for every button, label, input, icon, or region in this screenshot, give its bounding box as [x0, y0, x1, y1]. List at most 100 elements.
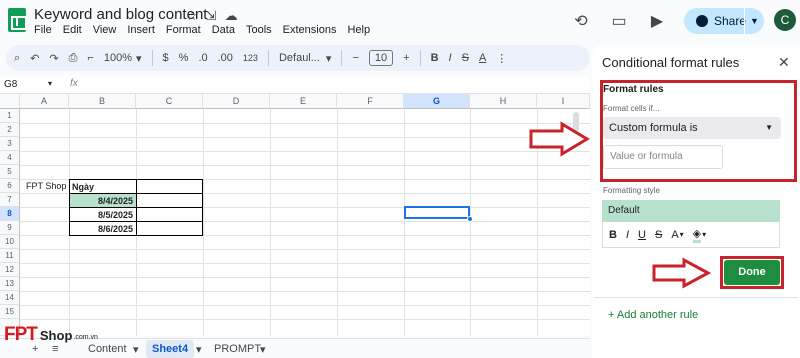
row-header[interactable]: 6 — [0, 179, 20, 193]
fill-color-icon[interactable]: ◈ — [692, 227, 702, 243]
star-icon[interactable]: ☆ — [186, 8, 198, 24]
menu-view[interactable]: View — [93, 24, 117, 36]
menu-tools[interactable]: Tools — [246, 24, 272, 36]
menu-format[interactable]: Format — [166, 24, 201, 36]
column-header[interactable]: C — [136, 94, 203, 109]
text-color-dropdown-icon[interactable]: ▾ — [680, 230, 684, 239]
column-header[interactable]: B — [69, 94, 136, 109]
spreadsheet-grid[interactable]: A B C D E F G H I 1 2 3 4 5 6 7 8 9 10 1… — [0, 94, 590, 336]
row-header[interactable]: 2 — [0, 123, 20, 137]
fill-handle[interactable] — [467, 216, 473, 222]
redo-icon[interactable]: ↷ — [49, 52, 58, 65]
column-header[interactable]: H — [470, 94, 537, 109]
text-color-button[interactable]: A — [479, 52, 486, 64]
zoom-select[interactable]: 100% — [104, 52, 132, 64]
style-preset-select[interactable]: Default — [602, 200, 780, 222]
cell-a6[interactable]: FPT Shop — [26, 179, 66, 193]
selected-cell-g8[interactable] — [404, 206, 470, 219]
avatar[interactable]: C — [774, 9, 796, 31]
cancel-button[interactable]: Cancel — [656, 263, 716, 283]
row-header[interactable]: 12 — [0, 263, 20, 277]
select-all-corner[interactable] — [0, 94, 20, 109]
row-header[interactable]: 4 — [0, 151, 20, 165]
cell-c7[interactable] — [136, 193, 203, 208]
value-or-formula-input[interactable]: Value or formula — [603, 145, 723, 169]
decrease-decimal-button[interactable]: .0 — [198, 52, 207, 64]
tab-prompt[interactable]: PROMPT — [214, 343, 261, 355]
history-icon[interactable]: ⟲ — [566, 11, 596, 31]
cell-b7[interactable]: 8/4/2025 — [69, 193, 137, 208]
menu-file[interactable]: File — [34, 24, 52, 36]
style-text-color-button[interactable]: A — [671, 229, 678, 241]
column-header[interactable]: D — [203, 94, 270, 109]
row-header[interactable]: 9 — [0, 221, 20, 235]
meet-icon[interactable]: ▶ — [642, 11, 672, 31]
move-icon[interactable]: ⇲ — [206, 8, 217, 24]
tab-sheet4[interactable]: Sheet4 — [146, 340, 195, 358]
currency-button[interactable]: $ — [163, 52, 169, 64]
close-icon[interactable]: ✕ — [778, 54, 790, 71]
cell-c6[interactable] — [136, 179, 203, 194]
zoom-dropdown-icon[interactable]: ▾ — [136, 52, 142, 65]
row-header[interactable]: 13 — [0, 277, 20, 291]
style-strikethrough-button[interactable]: S — [655, 229, 662, 241]
tab-content-dropdown-icon[interactable]: ▾ — [133, 343, 139, 356]
column-header[interactable]: F — [337, 94, 404, 109]
row-header[interactable]: 14 — [0, 291, 20, 305]
column-header[interactable]: I — [537, 94, 590, 109]
font-size-increase-icon[interactable]: + — [403, 52, 409, 64]
percent-button[interactable]: % — [179, 52, 189, 64]
bold-button[interactable]: B — [431, 52, 439, 64]
row-header[interactable]: 10 — [0, 235, 20, 249]
condition-select[interactable]: Custom formula is ▼ — [603, 117, 781, 139]
comments-icon[interactable]: ▭ — [604, 11, 634, 31]
cell-c9[interactable] — [136, 221, 203, 236]
column-header-selected[interactable]: G — [404, 94, 470, 109]
increase-decimal-button[interactable]: .00 — [218, 52, 233, 64]
vertical-scrollbar[interactable] — [573, 112, 579, 132]
column-header[interactable]: A — [20, 94, 69, 109]
row-header[interactable]: 15 — [0, 305, 20, 319]
add-another-rule-button[interactable]: + Add another rule — [608, 309, 698, 321]
style-underline-button[interactable]: U — [638, 229, 646, 241]
menu-help[interactable]: Help — [347, 24, 370, 36]
row-header[interactable]: 3 — [0, 137, 20, 151]
column-header[interactable]: E — [270, 94, 337, 109]
name-box-dropdown-icon[interactable]: ▾ — [48, 79, 52, 88]
sheets-logo-icon[interactable] — [8, 8, 27, 32]
name-box[interactable]: G8 — [4, 79, 17, 90]
share-dropdown-icon[interactable]: ▼ — [744, 8, 764, 34]
done-button[interactable]: Done — [724, 260, 780, 285]
menu-extensions[interactable]: Extensions — [283, 24, 337, 36]
tab-prompt-dropdown-icon[interactable]: ▾ — [260, 343, 266, 356]
cell-b9[interactable]: 8/6/2025 — [69, 221, 137, 236]
cell-c8[interactable] — [136, 207, 203, 222]
more-options-icon[interactable]: ⋮ — [496, 52, 507, 65]
font-size-input[interactable]: 10 — [368, 50, 394, 66]
italic-button[interactable]: I — [449, 52, 452, 64]
row-header-selected[interactable]: 8 — [0, 207, 20, 221]
menu-edit[interactable]: Edit — [63, 24, 82, 36]
font-select[interactable]: Defaul... — [279, 52, 320, 64]
cell-b8[interactable]: 8/5/2025 — [69, 207, 137, 222]
row-header[interactable]: 1 — [0, 109, 20, 123]
tab-sheet4-dropdown-icon[interactable]: ▾ — [196, 343, 202, 356]
document-title[interactable]: Keyword and blog content — [34, 6, 207, 23]
style-italic-button[interactable]: I — [626, 229, 629, 241]
row-header[interactable]: 7 — [0, 193, 20, 207]
style-bold-button[interactable]: B — [609, 229, 617, 241]
row-header[interactable]: 5 — [0, 165, 20, 179]
strikethrough-icon[interactable]: S — [462, 52, 469, 64]
paint-format-icon[interactable]: ⌐ — [87, 52, 93, 64]
font-dropdown-icon[interactable]: ▾ — [326, 52, 332, 65]
number-format-button[interactable]: 123 — [243, 53, 258, 63]
cloud-status-icon[interactable]: ☁ — [225, 8, 238, 24]
fill-color-dropdown-icon[interactable]: ▾ — [702, 230, 706, 239]
print-icon[interactable]: ⎙ — [69, 52, 78, 65]
menu-data[interactable]: Data — [212, 24, 235, 36]
search-menus-icon[interactable]: ⌕ — [14, 52, 20, 65]
menu-insert[interactable]: Insert — [127, 24, 155, 36]
font-size-decrease-icon[interactable]: − — [352, 52, 358, 64]
row-header[interactable]: 11 — [0, 249, 20, 263]
undo-icon[interactable]: ↶ — [30, 52, 39, 65]
